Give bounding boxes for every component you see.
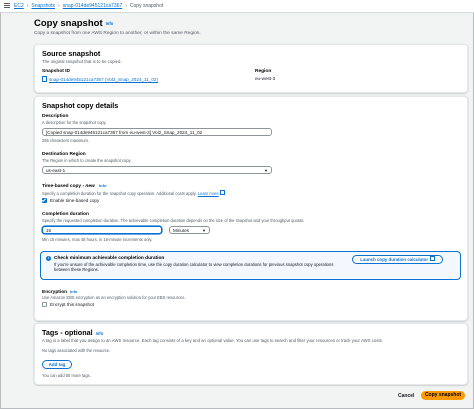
encrypt-label[interactable]: Encrypt this snapshot [50,302,94,307]
source-title: Source snapshot [42,49,101,58]
breadcrumb: EC2 › Snapshots › snap-014de945121ca7367… [14,3,163,9]
snapshot-id-link[interactable]: snap-014de945121ca7367 (Vol2_Snap_2024_1… [49,77,158,82]
description-input[interactable]: [Copied snap-014de945121ca7367 from eu-w… [42,128,272,136]
copy-snapshot-button[interactable]: Copy snapshot [421,391,465,400]
breadcrumb-ec2[interactable]: EC2 [14,3,24,9]
cancel-button[interactable]: Cancel [398,393,414,399]
destination-region-value: us-east-1 [46,168,66,173]
learn-more-link[interactable]: Learn more [198,191,219,196]
tags-limit-text: You can add 50 more tags. [42,373,91,378]
time-based-badge: - new [82,183,95,189]
breadcrumb-separator: › [125,3,127,9]
region-value: eu-west-3 [255,76,276,81]
completion-duration-hint: Specify the requested completion duratio… [42,218,305,223]
encrypt-checkbox[interactable] [42,302,47,307]
tags-title: Tags - optional Info [42,328,103,337]
completion-duration-constraint: Min 15 minutes, max 48 hours, in 15-minu… [42,237,153,242]
snapshot-id-value[interactable]: snap-014de945121ca7367 (Vol2_Snap_2024_1… [42,76,158,82]
tags-empty-text: No tags associated with the resource. [42,348,111,353]
enable-time-based-label[interactable]: Enable time-based copy [50,198,99,203]
description-hint: A description for the snapshot copy. [42,120,107,125]
encryption-hint: Use Amazon EBS encryption as an encrypti… [42,295,186,300]
page-title-text: Copy snapshot [34,18,103,29]
destination-region-select[interactable]: us-east-1 ▼ [42,166,272,174]
page-info-link[interactable]: Info [106,21,114,26]
chevron-down-icon: ▼ [264,168,268,173]
time-based-hint: Specify a completion duration for the sn… [42,190,226,196]
encryption-label: Encryption Info [42,289,77,295]
source-snapshot-panel: Source snapshot The original snapshot th… [34,44,468,93]
external-link-icon [220,190,226,196]
encryption-info-link[interactable]: Info [70,289,77,294]
page-description: Copy a snapshot from one AWS Region to a… [34,31,201,36]
add-tag-button[interactable]: Add tag [42,360,72,369]
description-label: Description [42,114,69,119]
destination-region-label: Destination Region [42,152,86,157]
completion-duration-label: Completion duration [42,212,89,217]
details-title: Snapshot copy details [42,101,119,110]
breadcrumb-separator: › [58,3,60,9]
launch-calculator-label: Launch copy duration calculator [360,256,429,262]
tags-description: A tag is a label that you assign to an A… [42,338,383,343]
completion-unit-select[interactable]: Minutes ▼ [169,226,210,234]
breadcrumb-snapshots[interactable]: Snapshots [31,3,55,9]
menu-icon[interactable] [4,3,10,9]
tags-panel: Tags - optional Info A tag is a label tha… [34,323,468,385]
destination-region-hint: The Region in which to create the snapsh… [42,158,132,163]
description-constraint: 255 characters maximum. [42,138,90,143]
tags-title-text: Tags - optional [42,328,93,337]
breadcrumb-separator: › [26,3,29,9]
time-based-label-text: Time-based copy [42,183,82,189]
alert-text: If you're unsure of the achievable compl… [54,262,334,273]
alert-title: Check minimum achievable completion dura… [54,255,165,261]
top-bar: EC2 › Snapshots › snap-014de945121ca7367… [0,0,474,13]
enable-time-based-checkbox[interactable] [42,198,47,203]
breadcrumb-current: Copy snapshot [129,3,164,9]
launch-calculator-button[interactable]: Launch copy duration calculator [352,254,443,264]
breadcrumb-snapshot-id[interactable]: snap-014de945121ca7367 [63,3,123,9]
chevron-down-icon: ▼ [202,228,206,233]
completion-unit-value: Minutes [173,228,190,233]
tags-info-link[interactable]: Info [96,331,104,336]
completion-duration-input[interactable]: 15 [42,226,162,234]
info-alert: i Check minimum achievable completion du… [40,251,461,280]
snapshot-id-label: Snapshot ID [42,69,70,74]
source-description: The original snapshot that is to be copi… [42,59,122,64]
time-based-label: Time-based copy - new Info [42,183,106,189]
copy-details-panel: Snapshot copy details Description A desc… [34,96,468,321]
external-link-icon [429,255,435,261]
region-label: Region [255,69,272,74]
copy-icon[interactable] [42,76,47,82]
time-based-info-link[interactable]: Info [99,183,106,188]
time-based-hint-text: Specify a completion duration for the sn… [42,190,197,196]
info-icon: i [46,256,51,261]
page-title: Copy snapshot Info [34,18,113,29]
